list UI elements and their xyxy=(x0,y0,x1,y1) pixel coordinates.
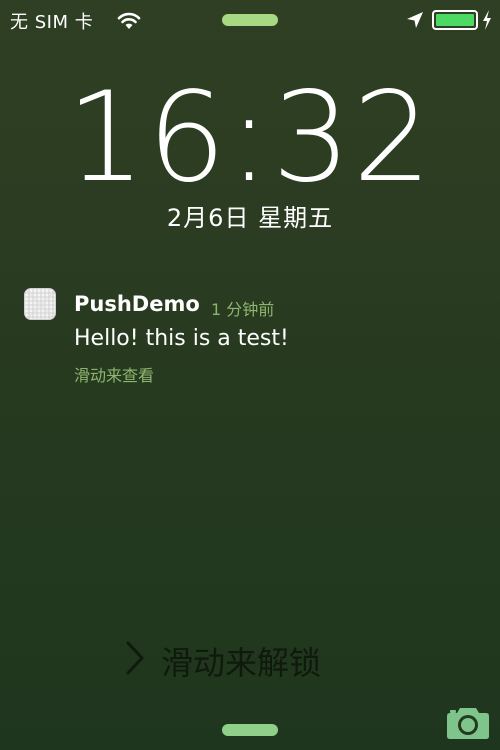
status-bar: 无 SIM 卡 xyxy=(0,0,500,40)
battery-level xyxy=(436,14,474,26)
chevron-right-icon xyxy=(126,641,144,675)
notification-app-name: PushDemo xyxy=(74,292,200,316)
notification[interactable]: PushDemo 1 分钟前 Hello! this is a test! 滑动… xyxy=(24,288,484,388)
location-arrow-icon xyxy=(407,12,423,28)
control-center-grabber[interactable] xyxy=(222,724,278,736)
unlock-label: 滑动来解锁 xyxy=(161,644,322,682)
lock-screen-time: 16:32 xyxy=(66,66,434,210)
notification-time-ago: 1 分钟前 xyxy=(211,300,275,319)
wifi-icon xyxy=(117,12,141,29)
carrier-label: 无 SIM 卡 xyxy=(10,12,94,33)
notification-slide-to-view[interactable]: 滑动来查看 xyxy=(74,362,154,386)
battery-icon xyxy=(432,10,478,30)
app-icon xyxy=(24,288,56,320)
camera-icon[interactable] xyxy=(446,704,490,740)
notification-message: Hello! this is a test! xyxy=(74,326,289,351)
lock-screen-date: 2月6日 星期五 xyxy=(166,204,334,232)
charging-bolt-icon xyxy=(483,10,491,30)
notification-center-grabber[interactable] xyxy=(222,14,278,26)
